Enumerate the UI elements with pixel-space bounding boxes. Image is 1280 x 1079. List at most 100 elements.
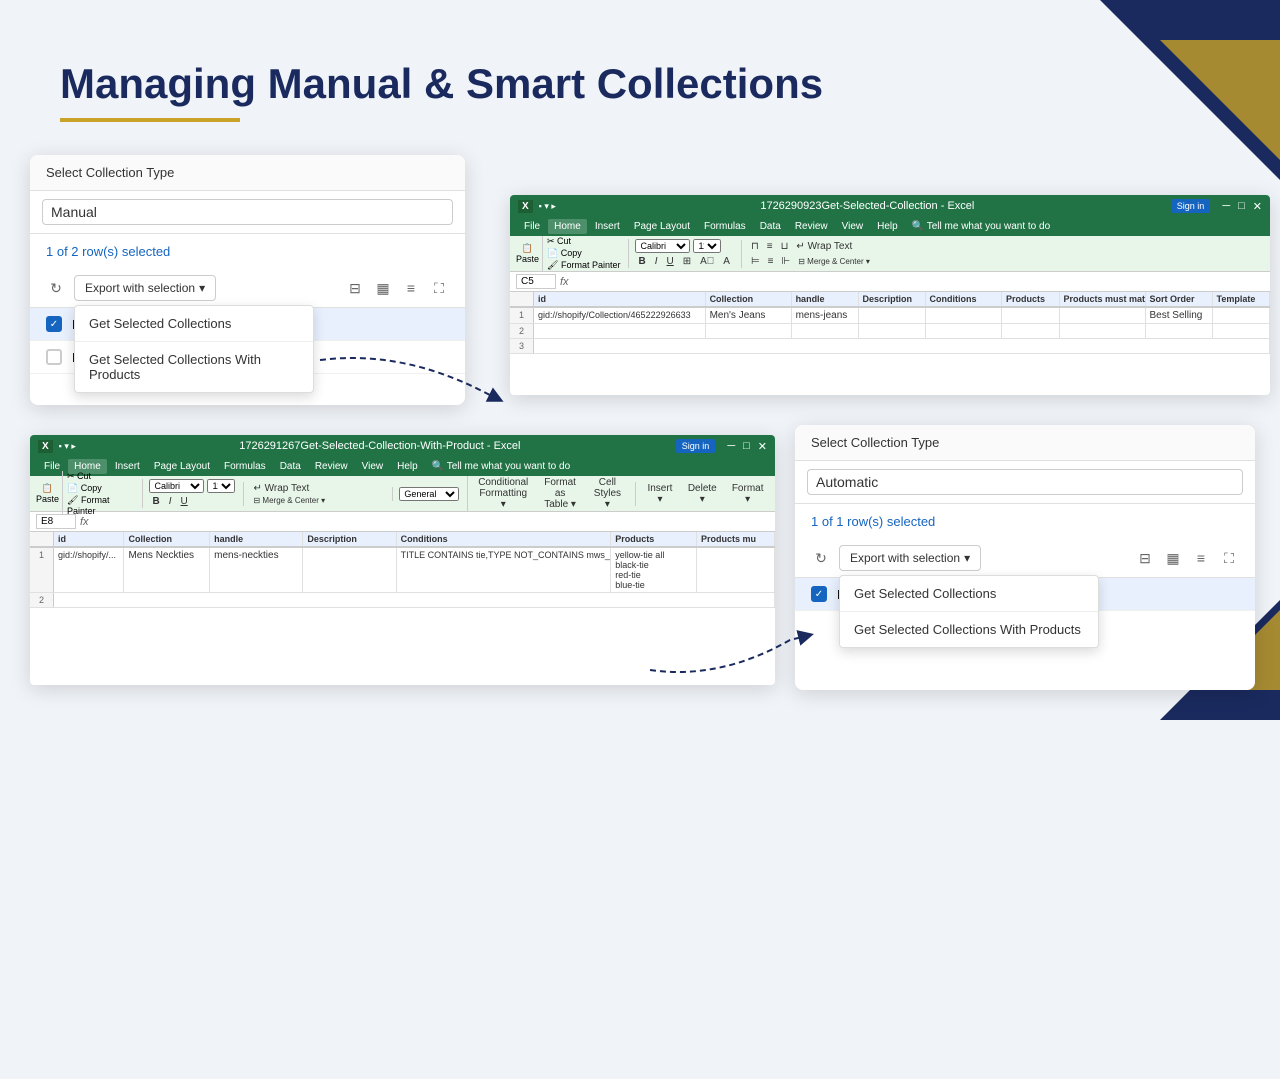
list-br-icon[interactable]: ≡	[1191, 548, 1211, 568]
maximize-b-icon[interactable]: □	[743, 440, 750, 452]
close-icon[interactable]: ✕	[1253, 200, 1262, 213]
wrap-text-button[interactable]: ↵ Wrap Text	[793, 240, 855, 253]
cell-template-1[interactable]	[1213, 308, 1270, 323]
excel-b-menu-help[interactable]: Help	[391, 459, 424, 474]
align-center-button[interactable]: ≡	[765, 255, 777, 268]
grid-br-icon[interactable]: ▦	[1163, 548, 1183, 568]
minimize-icon[interactable]: ─	[1222, 200, 1230, 212]
cell-b-must-1[interactable]	[697, 548, 775, 592]
excel-b-menu-formulas[interactable]: Formulas	[218, 459, 272, 474]
paste-b-icon[interactable]: 📋	[42, 483, 53, 494]
row2-checkbox[interactable]	[46, 349, 62, 365]
cell-handle-1[interactable]: mens-jeans	[792, 308, 859, 323]
bold-button[interactable]: B	[635, 255, 648, 268]
excel-menu-formulas[interactable]: Formulas	[698, 219, 752, 234]
delete-b[interactable]: Delete ▾	[682, 482, 722, 506]
cell-b-products-1[interactable]: yellow-tie all black-tie red-tie blue-ti…	[611, 548, 697, 592]
maximize-icon[interactable]: □	[1238, 200, 1245, 212]
italic-b-button[interactable]: I	[166, 495, 175, 508]
cell-description-1[interactable]	[859, 308, 926, 323]
cell-must-1[interactable]	[1060, 308, 1146, 323]
refresh-icon[interactable]: ↻	[46, 278, 66, 298]
cut-b-icon[interactable]: ✂ Cut	[67, 471, 134, 482]
align-left-button[interactable]: ⊨	[748, 255, 763, 268]
excel-b-menu-review[interactable]: Review	[309, 459, 354, 474]
cell-collection-2[interactable]	[706, 324, 792, 338]
excel-data-row-2[interactable]: 2	[510, 324, 1270, 339]
insert-b[interactable]: Insert ▾	[642, 482, 678, 506]
row1-checkbox[interactable]: ✓	[46, 316, 62, 332]
font-size-b-select[interactable]: 11	[207, 479, 235, 493]
cell-products-2[interactable]	[1002, 324, 1059, 338]
number-format-b-select[interactable]: General	[399, 487, 459, 501]
close-b-icon[interactable]: ✕	[758, 440, 767, 453]
refresh-br-icon[interactable]: ↻	[811, 548, 831, 568]
merge-b-button[interactable]: ⊟ Merge & Center ▾	[250, 495, 328, 506]
formula-input[interactable]	[573, 276, 1264, 287]
excel-menu-file[interactable]: File	[518, 219, 546, 234]
underline-button[interactable]: U	[663, 255, 676, 268]
list-icon[interactable]: ≡	[401, 278, 421, 298]
cell-handle-2[interactable]	[792, 324, 859, 338]
excel-b-row-1[interactable]: 1 gid://shopify/... Mens Neckties mens-n…	[30, 548, 775, 593]
align-middle-button[interactable]: ≡	[764, 240, 776, 253]
cell-template-2[interactable]	[1213, 324, 1270, 338]
excel-bottom-signin[interactable]: Sign in	[676, 439, 716, 453]
cell-styles-b[interactable]: CellStyles ▾	[588, 476, 627, 511]
collection-type-br-dropdown[interactable]: Manual Automatic	[807, 469, 1243, 495]
font-family-select[interactable]: Calibri	[635, 239, 690, 253]
bold-b-button[interactable]: B	[149, 495, 162, 508]
font-size-select[interactable]: 11	[693, 239, 721, 253]
format-table-b[interactable]: Format asTable ▾	[536, 476, 584, 511]
cell-b-collection-1[interactable]: Mens Neckties	[124, 548, 210, 592]
copy-icon[interactable]: 📄 Copy	[547, 248, 620, 259]
excel-menu-pagelayout[interactable]: Page Layout	[628, 219, 696, 234]
format-b[interactable]: Format ▾	[726, 482, 769, 506]
excel-data-row-1[interactable]: 1 gid://shopify/Collection/465222926633 …	[510, 308, 1270, 324]
cell-b-description-1[interactable]	[303, 548, 396, 592]
cell-conditions-1[interactable]	[926, 308, 1003, 323]
align-bottom-button[interactable]: ⊔	[778, 240, 792, 253]
borders-button[interactable]: ⊞	[680, 255, 694, 268]
cut-icon[interactable]: ✂ Cut	[547, 236, 620, 247]
excel-menu-review[interactable]: Review	[789, 219, 834, 234]
italic-button[interactable]: I	[652, 255, 661, 268]
cell-sort-2[interactable]	[1146, 324, 1213, 338]
align-right-button[interactable]: ⊩	[779, 255, 794, 268]
expand-icon[interactable]: ⛶	[429, 278, 449, 298]
format-painter-icon[interactable]: 🖌 Format Painter	[547, 260, 620, 271]
row-br-1-checkbox[interactable]: ✓	[811, 586, 827, 602]
fill-color-button[interactable]: A⃞	[697, 255, 717, 268]
excel-menu-help[interactable]: Help	[871, 219, 904, 234]
excel-b-menu-pagelayout[interactable]: Page Layout	[148, 459, 216, 474]
cell-products-1[interactable]	[1002, 308, 1059, 323]
cell-id-2[interactable]	[534, 324, 706, 338]
excel-menu-insert[interactable]: Insert	[589, 219, 626, 234]
cell-empty-3[interactable]	[534, 339, 1270, 353]
collection-type-dropdown[interactable]: Manual Automatic	[42, 199, 453, 225]
export-selection-button[interactable]: Export with selection ▾	[74, 275, 216, 301]
cell-must-2[interactable]	[1060, 324, 1146, 338]
excel-b-menu-data[interactable]: Data	[274, 459, 307, 474]
font-family-b-select[interactable]: Calibri	[149, 479, 204, 493]
excel-menu-home[interactable]: Home	[548, 219, 587, 234]
format-painter-b-icon[interactable]: 🖌 Format Painter	[67, 495, 134, 516]
export-selection-br-button[interactable]: Export with selection ▾	[839, 545, 981, 571]
wrap-text-b-button[interactable]: ↵ Wrap Text	[250, 482, 312, 495]
cell-reference-b[interactable]: E8	[36, 514, 76, 529]
paste-icon[interactable]: 📋	[522, 243, 533, 254]
formula-input-b[interactable]	[93, 516, 769, 527]
filter-br-icon[interactable]: ⊟	[1135, 548, 1155, 568]
excel-menu-data[interactable]: Data	[754, 219, 787, 234]
cell-b-handle-1[interactable]: mens-neckties	[210, 548, 303, 592]
cell-b-empty-2[interactable]	[54, 593, 775, 607]
conditional-format-b[interactable]: ConditionalFormatting ▾	[474, 476, 532, 511]
filter-icon[interactable]: ⊟	[345, 278, 365, 298]
excel-menu-tellme[interactable]: 🔍 Tell me what you want to do	[906, 219, 1056, 234]
get-selected-collections-with-products-item[interactable]: Get Selected Collections With Products	[75, 342, 313, 392]
cell-sort-1[interactable]: Best Selling	[1146, 308, 1213, 323]
align-top-button[interactable]: ⊓	[748, 240, 762, 253]
cell-description-2[interactable]	[859, 324, 926, 338]
excel-b-menu-view[interactable]: View	[356, 459, 390, 474]
grid-icon[interactable]: ▦	[373, 278, 393, 298]
